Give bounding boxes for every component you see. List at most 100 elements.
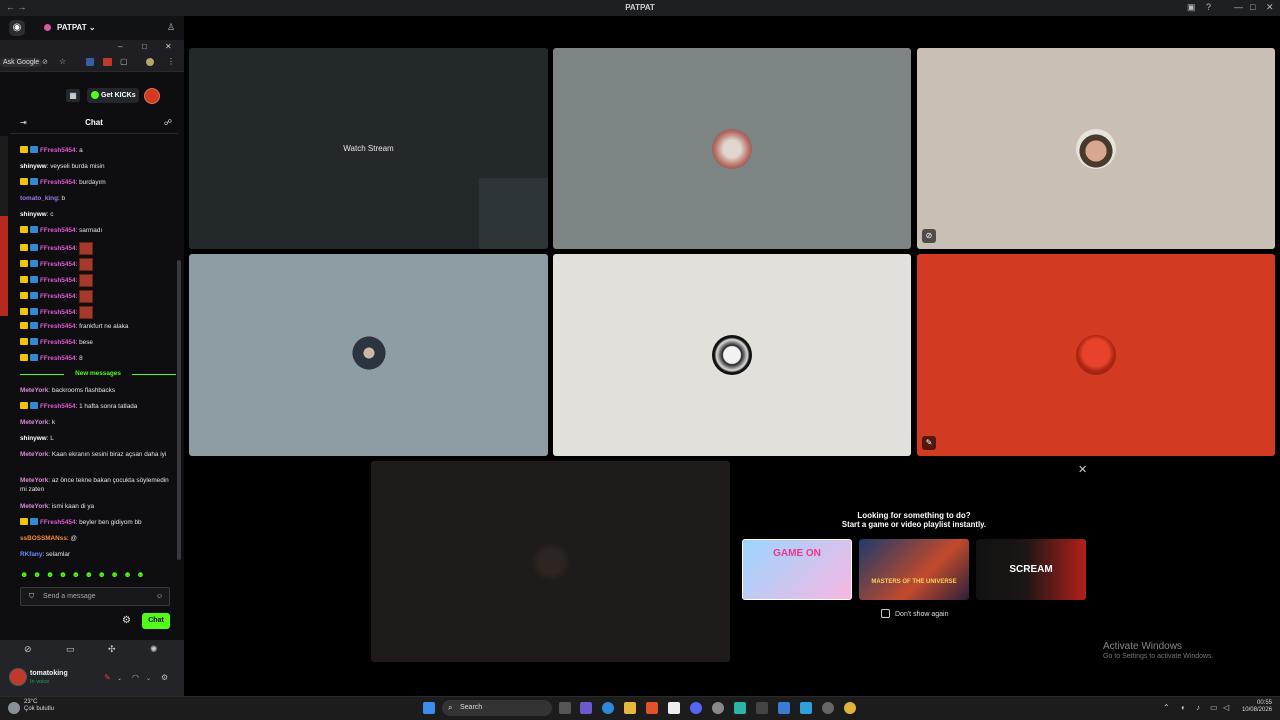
app-icon[interactable]	[778, 702, 790, 714]
chat-username[interactable]: FFresh5454	[40, 179, 76, 186]
chat-username[interactable]: FFresh5454	[40, 309, 76, 316]
address-bar[interactable]: Ask Google	[0, 58, 43, 67]
get-kicks-button[interactable]: Get KICKs	[87, 88, 139, 103]
taskbar-clock[interactable]: 00:55 10/08/2026	[1238, 700, 1272, 714]
chat-username[interactable]: MeteYork	[20, 503, 48, 510]
calendar-extension-icon[interactable]	[103, 58, 112, 66]
game-card-scream[interactable]: SCREAM	[976, 539, 1086, 600]
minimize-button[interactable]: —	[1234, 2, 1243, 12]
maximize-button[interactable]: □	[1250, 2, 1255, 12]
inbox-icon[interactable]: ▣	[1187, 2, 1196, 13]
calendar-app-icon[interactable]	[668, 702, 680, 714]
audio-options-chevron-icon[interactable]: ⌄	[146, 675, 151, 682]
popout-minimize-button[interactable]: –	[118, 42, 122, 51]
file-explorer-icon[interactable]	[624, 702, 636, 714]
game-card-masters[interactable]: MASTERS OF THE UNIVERSE	[859, 539, 969, 600]
vpn-icon[interactable]	[734, 702, 746, 714]
task-view-icon[interactable]	[559, 702, 571, 714]
chat-username[interactable]: MeteYork	[20, 387, 48, 394]
soundboard-icon[interactable]: ✺	[150, 644, 158, 655]
extension-icon[interactable]	[86, 58, 94, 66]
chrome-icon[interactable]	[844, 702, 856, 714]
chat-settings-icon[interactable]: ⚙	[122, 615, 131, 626]
edge-icon[interactable]	[602, 702, 614, 714]
add-friend-icon[interactable]: ♙	[167, 22, 175, 33]
participant-tile[interactable]: ✎	[917, 254, 1275, 456]
brave-icon[interactable]	[646, 702, 658, 714]
chat-username[interactable]: tomato_king	[20, 195, 58, 202]
steam-icon[interactable]	[712, 702, 724, 714]
chat-username[interactable]: FFresh5454	[40, 339, 76, 346]
participant-tile[interactable]	[553, 48, 911, 249]
discord-taskbar-icon[interactable]	[690, 702, 702, 714]
hide-icon[interactable]: ⊘	[42, 58, 48, 66]
chat-username[interactable]: FFresh5454	[40, 323, 76, 330]
chat-username[interactable]: FFresh5454	[40, 519, 76, 526]
discord-home-icon[interactable]: ◉	[9, 20, 25, 36]
participant-tile[interactable]	[189, 254, 548, 456]
chat-username[interactable]: MeteYork	[20, 419, 48, 426]
emoji-picker-icon[interactable]: ☺	[156, 593, 163, 600]
chat-username[interactable]: RKfany	[20, 551, 42, 558]
weather-widget[interactable]: 23°C Çok bulutlu	[24, 699, 54, 713]
mute-camera-icon[interactable]: ⊘	[24, 644, 32, 655]
popout-close-button[interactable]: ✕	[165, 42, 172, 51]
profile-avatar[interactable]	[146, 58, 154, 66]
bookmark-star-icon[interactable]: ☆	[59, 57, 66, 66]
chat-username[interactable]: shinyww	[20, 211, 47, 218]
checkbox-box[interactable]	[881, 609, 890, 618]
teams-icon[interactable]	[580, 702, 592, 714]
chat-username[interactable]: FFresh5454	[40, 227, 76, 234]
volume-tray-icon[interactable]: ◁	[1223, 703, 1229, 712]
extensions-puzzle-icon[interactable]: ▢	[120, 57, 128, 66]
browser-menu-icon[interactable]: ⋮	[167, 57, 175, 66]
chat-username[interactable]: FFresh5454	[40, 277, 76, 284]
settings-app-icon[interactable]	[822, 702, 834, 714]
chat-username[interactable]: ssBOSSMANss	[20, 535, 67, 542]
terminal-icon[interactable]	[756, 702, 768, 714]
taskbar-search[interactable]: ⌕ Search	[442, 700, 552, 716]
weather-icon[interactable]	[8, 702, 20, 714]
headphones-icon[interactable]: ◠	[132, 673, 139, 682]
chat-scrollbar[interactable]	[177, 260, 181, 560]
chat-users-icon[interactable]: ☍	[164, 118, 172, 127]
chat-send-button[interactable]: Chat	[142, 613, 170, 629]
display-tray-icon[interactable]: ▭	[1210, 703, 1218, 712]
user-avatar[interactable]	[9, 668, 27, 686]
close-button[interactable]: ✕	[1266, 2, 1274, 13]
stream-tile[interactable]: Watch Stream	[189, 48, 548, 249]
mic-options-chevron-icon[interactable]: ⌄	[117, 675, 122, 682]
watch-stream-button[interactable]: Watch Stream	[189, 144, 548, 153]
grid-menu-icon[interactable]: ▦	[66, 89, 80, 102]
tray-app-icon[interactable]: ◐	[1181, 703, 1186, 712]
emote-quickbar[interactable]: ☻☻☻☻☻☻☻☻☻☻	[20, 570, 176, 582]
chat-username[interactable]: shinyww	[20, 435, 47, 442]
help-icon[interactable]: ?	[1206, 2, 1211, 12]
participant-tile[interactable]	[553, 254, 911, 456]
popout-maximize-button[interactable]: □	[142, 42, 147, 51]
game-card-game-on[interactable]: GAME ON	[742, 539, 852, 600]
store-icon[interactable]	[800, 702, 812, 714]
chat-input[interactable]: ⛉ Send a message ☺	[20, 587, 170, 606]
chat-username[interactable]: MeteYork	[20, 477, 48, 484]
muted-mic-icon[interactable]: ✎	[104, 673, 111, 682]
user-settings-icon[interactable]: ⚙	[161, 673, 168, 682]
mic-tray-icon[interactable]: ♪	[1196, 703, 1200, 712]
tray-chevron-icon[interactable]: ⌃	[1163, 703, 1170, 712]
chat-username[interactable]: FFresh5454	[40, 403, 76, 410]
server-name[interactable]: PATPAT ⌄	[57, 23, 96, 32]
participant-tile[interactable]	[371, 461, 730, 662]
dont-show-again-checkbox[interactable]: Don't show again	[881, 609, 948, 618]
participant-tile[interactable]: ⊘	[917, 48, 1275, 249]
kick-avatar[interactable]	[144, 88, 160, 104]
activity-icon[interactable]: ✣	[108, 644, 116, 655]
start-icon[interactable]	[423, 702, 435, 714]
chat-username[interactable]: FFresh5454	[40, 147, 76, 154]
chat-username[interactable]: FFresh5454	[40, 293, 76, 300]
close-activity-icon[interactable]: ✕	[1078, 463, 1087, 476]
chat-username[interactable]: FFresh5454	[40, 245, 76, 252]
screen-share-icon[interactable]: ▭	[66, 644, 75, 655]
chat-username[interactable]: MeteYork	[20, 451, 48, 458]
chat-username[interactable]: FFresh5454	[40, 355, 76, 362]
chat-username[interactable]: shinyww	[20, 163, 47, 170]
